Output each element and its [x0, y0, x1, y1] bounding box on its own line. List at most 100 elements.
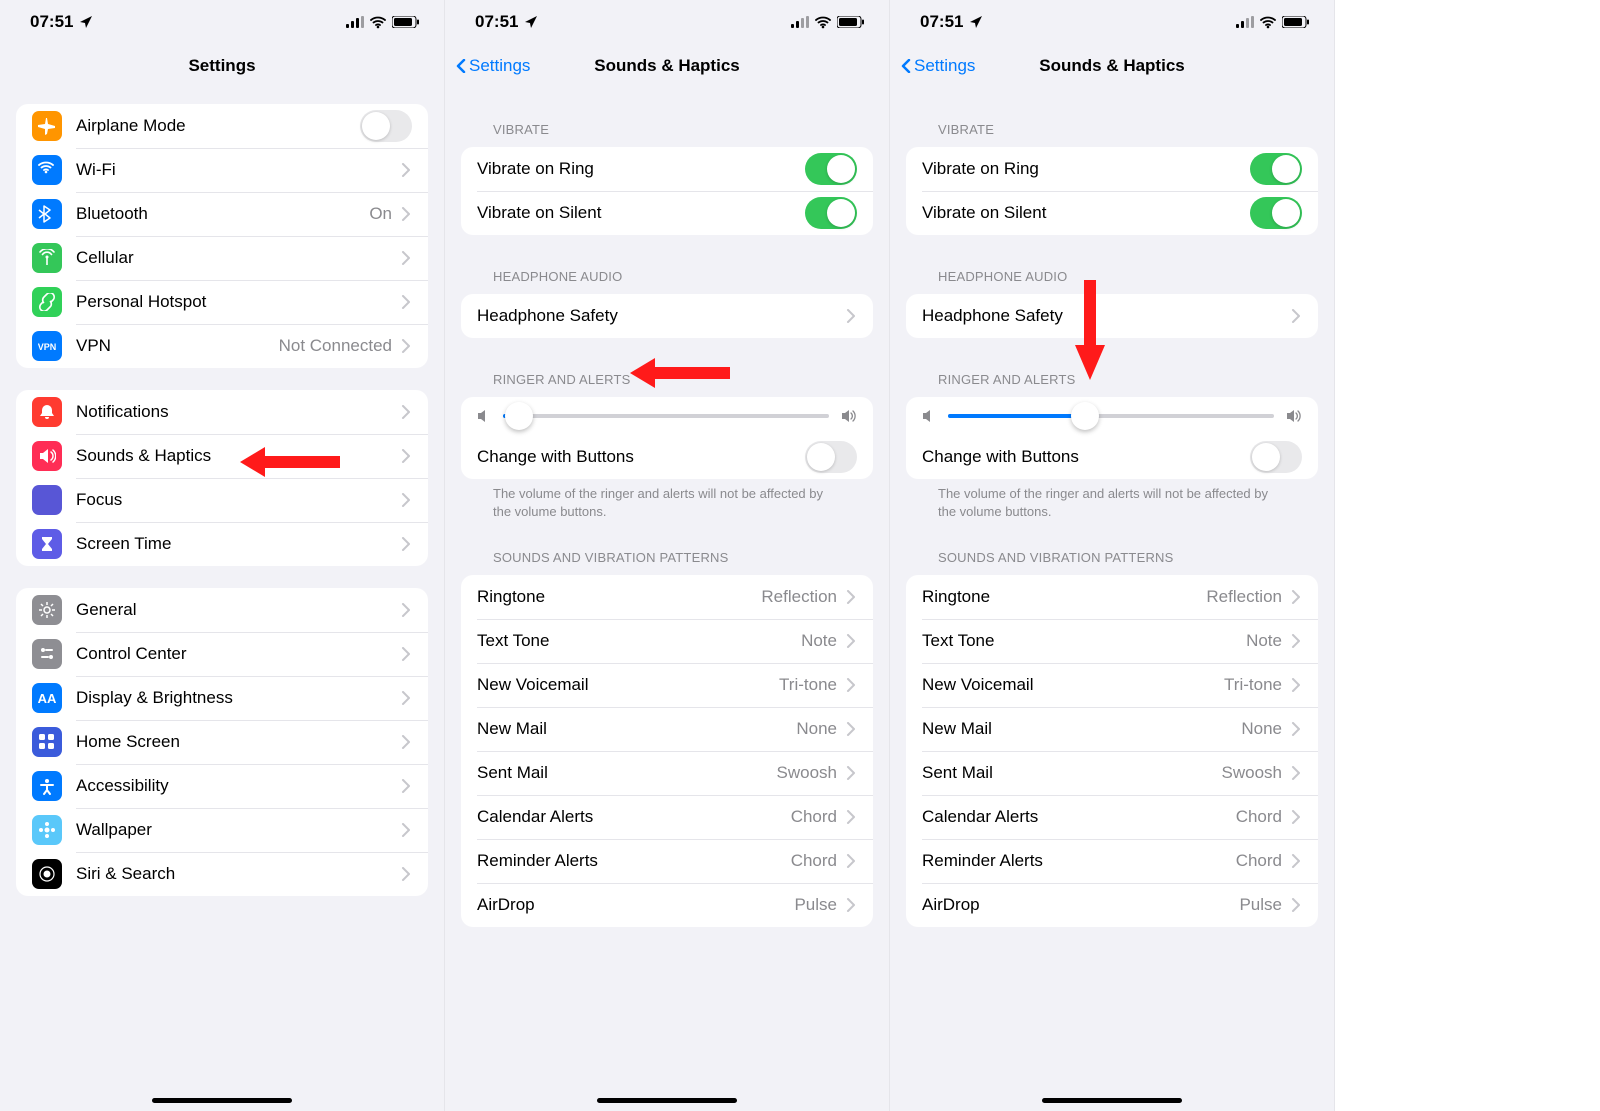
row-vibrate-silent[interactable]: Vibrate on Silent — [906, 191, 1318, 235]
chevron-right-icon — [845, 590, 857, 604]
settings-row-vpn[interactable]: VPNNot Connected — [16, 324, 428, 368]
chevron-right-icon — [400, 295, 412, 309]
vpn-icon — [32, 331, 62, 361]
row-label: New Mail — [922, 719, 1241, 739]
chevron-right-icon — [400, 207, 412, 221]
settings-row-airplane[interactable]: Airplane Mode — [16, 104, 428, 148]
home-indicator — [597, 1098, 737, 1103]
row-pattern[interactable]: Text ToneNote — [906, 619, 1318, 663]
toggle-change-buttons[interactable] — [1250, 441, 1302, 473]
row-label: Sounds & Haptics — [76, 446, 400, 466]
row-pattern[interactable]: Calendar AlertsChord — [461, 795, 873, 839]
row-label: AirDrop — [477, 895, 794, 915]
settings-row-bluetooth[interactable]: BluetoothOn — [16, 192, 428, 236]
row-detail: Chord — [1236, 851, 1282, 871]
settings-row-wallpaper[interactable]: Wallpaper — [16, 808, 428, 852]
ringer-slider[interactable] — [503, 414, 829, 418]
row-label: Cellular — [76, 248, 400, 268]
row-pattern[interactable]: Reminder AlertsChord — [461, 839, 873, 883]
back-button[interactable]: Settings — [455, 44, 530, 87]
row-detail: None — [796, 719, 837, 739]
row-pattern[interactable]: AirDropPulse — [906, 883, 1318, 927]
settings-row-controlcenter[interactable]: Control Center — [16, 632, 428, 676]
settings-row-hotspot[interactable]: Personal Hotspot — [16, 280, 428, 324]
settings-row-focus[interactable]: Focus — [16, 478, 428, 522]
settings-row-notifications[interactable]: Notifications — [16, 390, 428, 434]
nav-bar: SettingsSounds & Haptics — [445, 44, 889, 88]
settings-row-sounds[interactable]: Sounds & Haptics — [16, 434, 428, 478]
wifi-icon — [370, 16, 386, 29]
chevron-right-icon — [400, 779, 412, 793]
chevron-right-icon — [1290, 678, 1302, 692]
gear-icon — [32, 595, 62, 625]
speaker-high-icon — [1286, 409, 1302, 423]
row-detail: Swoosh — [777, 763, 837, 783]
chevron-right-icon — [400, 537, 412, 551]
toggle-vibrate-ring[interactable] — [805, 153, 857, 185]
row-pattern[interactable]: Sent MailSwoosh — [906, 751, 1318, 795]
chevron-right-icon — [1290, 810, 1302, 824]
row-pattern[interactable]: Sent MailSwoosh — [461, 751, 873, 795]
settings-row-display[interactable]: Display & Brightness — [16, 676, 428, 720]
settings-row-homescreen[interactable]: Home Screen — [16, 720, 428, 764]
settings-row-siri[interactable]: Siri & Search — [16, 852, 428, 896]
row-label: Headphone Safety — [477, 306, 845, 326]
toggle-change-buttons[interactable] — [805, 441, 857, 473]
row-pattern[interactable]: New MailNone — [461, 707, 873, 751]
chevron-right-icon — [400, 339, 412, 353]
section-header-patterns: Sounds and Vibration Patterns — [477, 542, 857, 571]
chevron-right-icon — [400, 691, 412, 705]
row-vibrate-silent[interactable]: Vibrate on Silent — [461, 191, 873, 235]
ringer-footer: The volume of the ringer and alerts will… — [922, 479, 1302, 520]
status-bar: 07:51 — [445, 0, 889, 44]
row-detail: Note — [1246, 631, 1282, 651]
row-pattern[interactable]: AirDropPulse — [461, 883, 873, 927]
settings-row-cellular[interactable]: Cellular — [16, 236, 428, 280]
chevron-right-icon — [400, 405, 412, 419]
wifi-icon — [1260, 16, 1276, 29]
chevron-right-icon — [400, 163, 412, 177]
row-label: Display & Brightness — [76, 688, 400, 708]
toggle-airplane[interactable] — [360, 110, 412, 142]
row-change-buttons[interactable]: Change with Buttons — [906, 435, 1318, 479]
home-indicator — [1042, 1098, 1182, 1103]
chevron-right-icon — [400, 251, 412, 265]
group-headphone: Headphone Safety — [906, 294, 1318, 338]
ringer-slider[interactable] — [948, 414, 1274, 418]
row-label: General — [76, 600, 400, 620]
toggle-vibrate-silent[interactable] — [1250, 197, 1302, 229]
row-headphone-safety[interactable]: Headphone Safety — [906, 294, 1318, 338]
toggle-vibrate-ring[interactable] — [1250, 153, 1302, 185]
row-vibrate-ring[interactable]: Vibrate on Ring — [461, 147, 873, 191]
row-pattern[interactable]: New VoicemailTri-tone — [906, 663, 1318, 707]
toggle-vibrate-silent[interactable] — [805, 197, 857, 229]
row-headphone-safety[interactable]: Headphone Safety — [461, 294, 873, 338]
location-icon — [79, 15, 93, 29]
row-label: Reminder Alerts — [477, 851, 791, 871]
row-detail: Reflection — [1206, 587, 1282, 607]
hourglass-icon — [32, 529, 62, 559]
row-label: Wallpaper — [76, 820, 400, 840]
settings-row-screentime[interactable]: Screen Time — [16, 522, 428, 566]
back-button[interactable]: Settings — [900, 44, 975, 87]
group-vibrate: Vibrate on RingVibrate on Silent — [461, 147, 873, 235]
row-pattern[interactable]: New VoicemailTri-tone — [461, 663, 873, 707]
row-detail: On — [369, 204, 392, 224]
row-change-buttons[interactable]: Change with Buttons — [461, 435, 873, 479]
chevron-right-icon — [845, 898, 857, 912]
row-vibrate-ring[interactable]: Vibrate on Ring — [906, 147, 1318, 191]
row-pattern[interactable]: Calendar AlertsChord — [906, 795, 1318, 839]
row-label: Airplane Mode — [76, 116, 360, 136]
settings-row-wifi[interactable]: Wi-Fi — [16, 148, 428, 192]
row-pattern[interactable]: Reminder AlertsChord — [906, 839, 1318, 883]
settings-row-general[interactable]: General — [16, 588, 428, 632]
section-header-ringer: Ringer and Alerts — [477, 364, 857, 393]
row-pattern[interactable]: New MailNone — [906, 707, 1318, 751]
row-pattern[interactable]: RingtoneReflection — [906, 575, 1318, 619]
settings-row-accessibility[interactable]: Accessibility — [16, 764, 428, 808]
chevron-right-icon — [845, 722, 857, 736]
moon-icon — [32, 485, 62, 515]
row-detail: Chord — [791, 807, 837, 827]
row-pattern[interactable]: RingtoneReflection — [461, 575, 873, 619]
row-pattern[interactable]: Text ToneNote — [461, 619, 873, 663]
